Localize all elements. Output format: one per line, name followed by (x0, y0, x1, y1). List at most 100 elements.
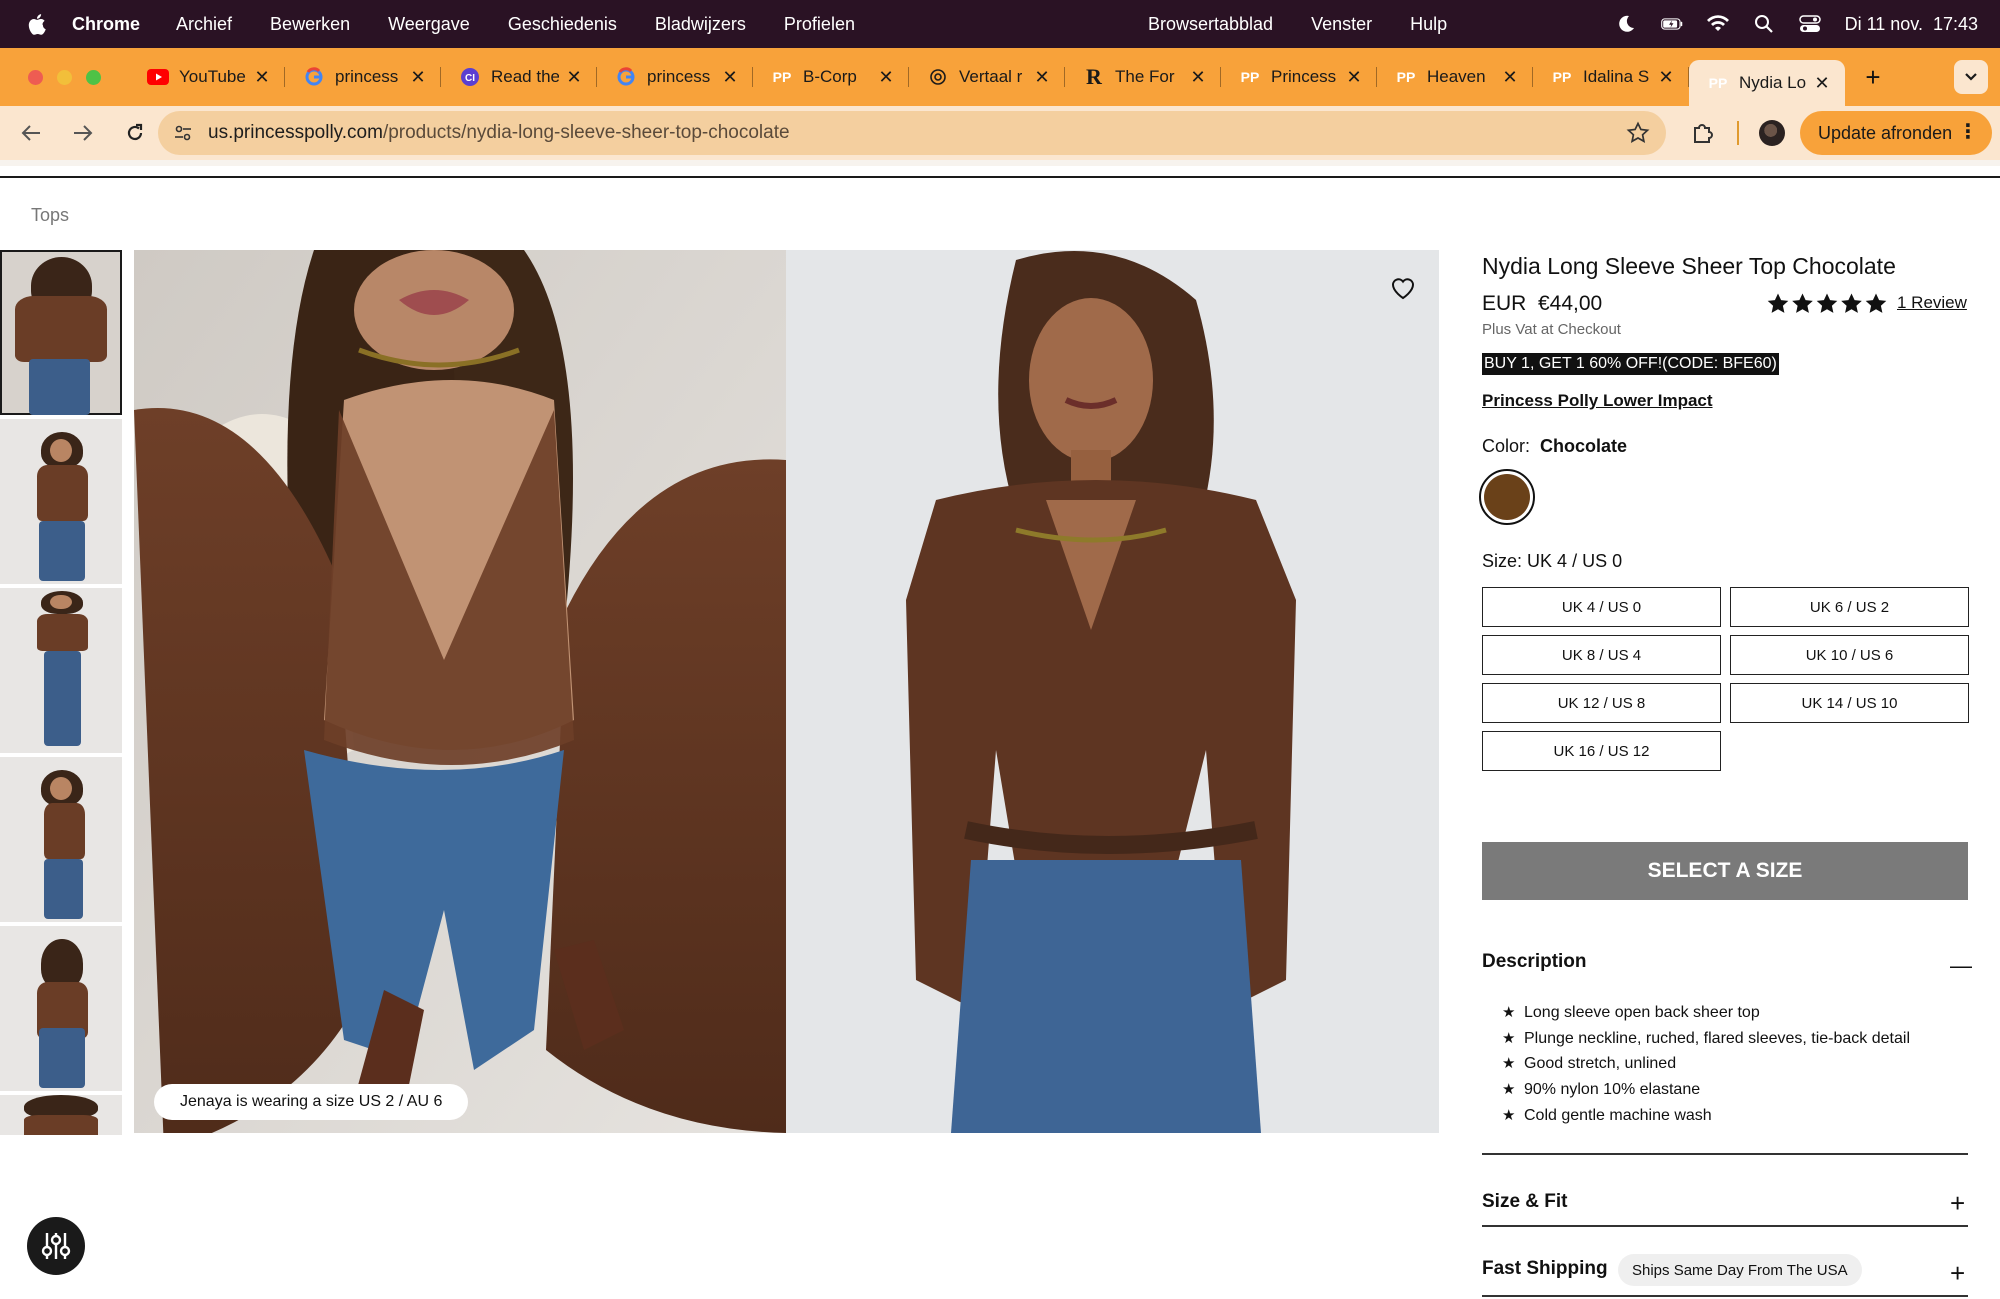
wifi-icon[interactable] (1706, 13, 1729, 35)
control-center-icon[interactable] (1798, 13, 1821, 35)
page-header-divider (0, 160, 2000, 178)
browser-tab-nydia-active[interactable]: PP Nydia Lo ✕ (1689, 60, 1845, 106)
rating-stars[interactable] (1766, 292, 1888, 316)
thumbnail-1[interactable] (0, 250, 122, 415)
close-window-button[interactable] (28, 69, 43, 85)
size-option-uk16[interactable]: UK 16 / US 12 (1482, 731, 1721, 771)
thumbnail-5[interactable] (0, 926, 122, 1091)
google-icon (615, 66, 637, 88)
close-tab-icon[interactable]: ✕ (877, 67, 895, 88)
thumbnail-6[interactable] (0, 1095, 122, 1135)
more-vertical-icon[interactable]: ⋮ (1958, 122, 1978, 142)
section-divider (1482, 1153, 1968, 1155)
menu-weergave[interactable]: Weergave (388, 14, 470, 35)
address-bar[interactable]: us.princesspolly.com /products/nydia-lon… (158, 111, 1666, 155)
forward-arrow-icon[interactable] (70, 120, 96, 146)
close-tab-icon[interactable]: ✕ (1033, 67, 1051, 88)
browser-tab-vertaal[interactable]: Vertaal r ✕ (909, 57, 1065, 97)
size-fit-heading[interactable]: Size & Fit (1482, 1191, 1568, 1213)
site-settings-icon[interactable] (172, 122, 194, 144)
close-tab-icon[interactable]: ✕ (1813, 73, 1831, 94)
breadcrumb[interactable]: Tops (31, 205, 69, 226)
reviews-link[interactable]: 1 Review (1897, 293, 1967, 313)
size-option-uk8[interactable]: UK 8 / US 4 (1482, 635, 1721, 675)
accessibility-sliders-icon[interactable] (27, 1217, 85, 1275)
close-tab-icon[interactable]: ✕ (409, 67, 427, 88)
reload-icon[interactable] (122, 120, 148, 146)
apple-icon[interactable] (26, 12, 50, 36)
product-photo-main[interactable] (134, 250, 786, 1133)
menu-archief[interactable]: Archief (176, 14, 232, 35)
openai-icon (927, 66, 949, 88)
close-tab-icon[interactable]: ✕ (253, 67, 271, 88)
browser-tab-princess[interactable]: PP Princess ✕ (1221, 57, 1377, 97)
update-label: Update afronden (1818, 122, 1953, 143)
fast-shipping-heading[interactable]: Fast Shipping (1482, 1258, 1608, 1280)
expand-plus-icon[interactable]: + (1950, 1188, 1965, 1219)
zoom-window-button[interactable] (86, 69, 101, 85)
update-button[interactable]: Update afronden ⋮ (1800, 111, 1992, 155)
tab-label: Heaven (1427, 67, 1486, 86)
svg-text:CI: CI (465, 73, 475, 84)
menu-datetime[interactable]: Di 11 nov. 17:43 (1845, 14, 1978, 35)
size-option-uk10[interactable]: UK 10 / US 6 (1730, 635, 1969, 675)
thumbnail-3[interactable] (0, 588, 122, 753)
thumbnail-2[interactable] (0, 419, 122, 584)
menu-profielen[interactable]: Profielen (784, 14, 855, 35)
back-arrow-icon[interactable] (18, 120, 44, 146)
close-tab-icon[interactable]: ✕ (1345, 67, 1363, 88)
browser-tab-google-1[interactable]: princess ✕ (285, 57, 441, 97)
browser-tab-youtube[interactable]: YouTube ✕ (129, 57, 285, 97)
window-controls (28, 69, 101, 85)
menu-venster[interactable]: Venster (1311, 14, 1372, 35)
list-item: ★ Plunge neckline, ruched, flared sleeves… (1502, 1026, 1910, 1052)
description-heading[interactable]: Description (1482, 951, 1587, 973)
youtube-icon (147, 66, 169, 88)
size-option-uk4[interactable]: UK 4 / US 0 (1482, 587, 1721, 627)
profile-avatar[interactable] (1759, 120, 1785, 146)
bookmark-star-icon[interactable] (1626, 121, 1650, 145)
size-option-uk12[interactable]: UK 12 / US 8 (1482, 683, 1721, 723)
moon-icon[interactable] (1615, 13, 1637, 35)
close-tab-icon[interactable]: ✕ (1501, 67, 1519, 88)
menu-bladwijzers[interactable]: Bladwijzers (655, 14, 746, 35)
menu-bewerken[interactable]: Bewerken (270, 14, 350, 35)
select-size-button[interactable]: SELECT A SIZE (1482, 842, 1968, 900)
expand-plus-icon[interactable]: + (1950, 1258, 1965, 1289)
browser-tab-b-corp[interactable]: PP B-Corp ✕ (753, 57, 909, 97)
size-option-uk6[interactable]: UK 6 / US 2 (1730, 587, 1969, 627)
close-tab-icon[interactable]: ✕ (565, 67, 583, 88)
list-item: ★ Long sleeve open back sheer top (1502, 1000, 1910, 1026)
browser-tab-google-2[interactable]: princess ✕ (597, 57, 753, 97)
menu-geschiedenis[interactable]: Geschiedenis (508, 14, 617, 35)
close-tab-icon[interactable]: ✕ (1657, 67, 1675, 88)
size-prefix: Size: (1482, 551, 1523, 571)
size-option-uk14[interactable]: UK 14 / US 10 (1730, 683, 1969, 723)
wishlist-heart-icon[interactable] (1389, 274, 1417, 302)
collapse-minus-icon[interactable]: — (1950, 953, 1972, 979)
close-tab-icon[interactable]: ✕ (721, 67, 739, 88)
browser-tab-read-the[interactable]: CI Read the ✕ (441, 57, 597, 97)
minimize-window-button[interactable] (57, 69, 72, 85)
model-size-note: Jenaya is wearing a size US 2 / AU 6 (154, 1084, 469, 1120)
menu-browsertabblad[interactable]: Browsertabblad (1148, 14, 1273, 35)
product-title: Nydia Long Sleeve Sheer Top Chocolate (1482, 253, 1896, 279)
spotlight-search-icon[interactable] (1753, 13, 1775, 35)
tab-search-chevron-icon[interactable] (1954, 60, 1988, 94)
new-tab-button[interactable]: + (1853, 62, 1893, 93)
menu-hulp[interactable]: Hulp (1410, 14, 1447, 35)
pp-icon: PP (1708, 75, 1728, 91)
thumbnail-4[interactable] (0, 757, 122, 922)
product-photo-secondary[interactable] (786, 250, 1439, 1133)
close-tab-icon[interactable]: ✕ (1189, 67, 1207, 88)
browser-tab-the-for[interactable]: R The For ✕ (1065, 57, 1221, 97)
browser-tab-heaven[interactable]: PP Heaven ✕ (1377, 57, 1533, 97)
browser-tab-idalina[interactable]: PP Idalina S ✕ (1533, 57, 1689, 97)
lower-impact-link[interactable]: Princess Polly Lower Impact (1482, 391, 1713, 411)
extensions-puzzle-icon[interactable] (1690, 120, 1716, 146)
color-swatch-chocolate[interactable] (1479, 469, 1535, 525)
battery-icon[interactable] (1660, 13, 1683, 35)
menu-app-name[interactable]: Chrome (72, 14, 140, 35)
star-bullet-icon: ★ (1502, 1004, 1516, 1021)
url-path: /products/nydia-long-sleeve-sheer-top-ch… (382, 122, 790, 143)
